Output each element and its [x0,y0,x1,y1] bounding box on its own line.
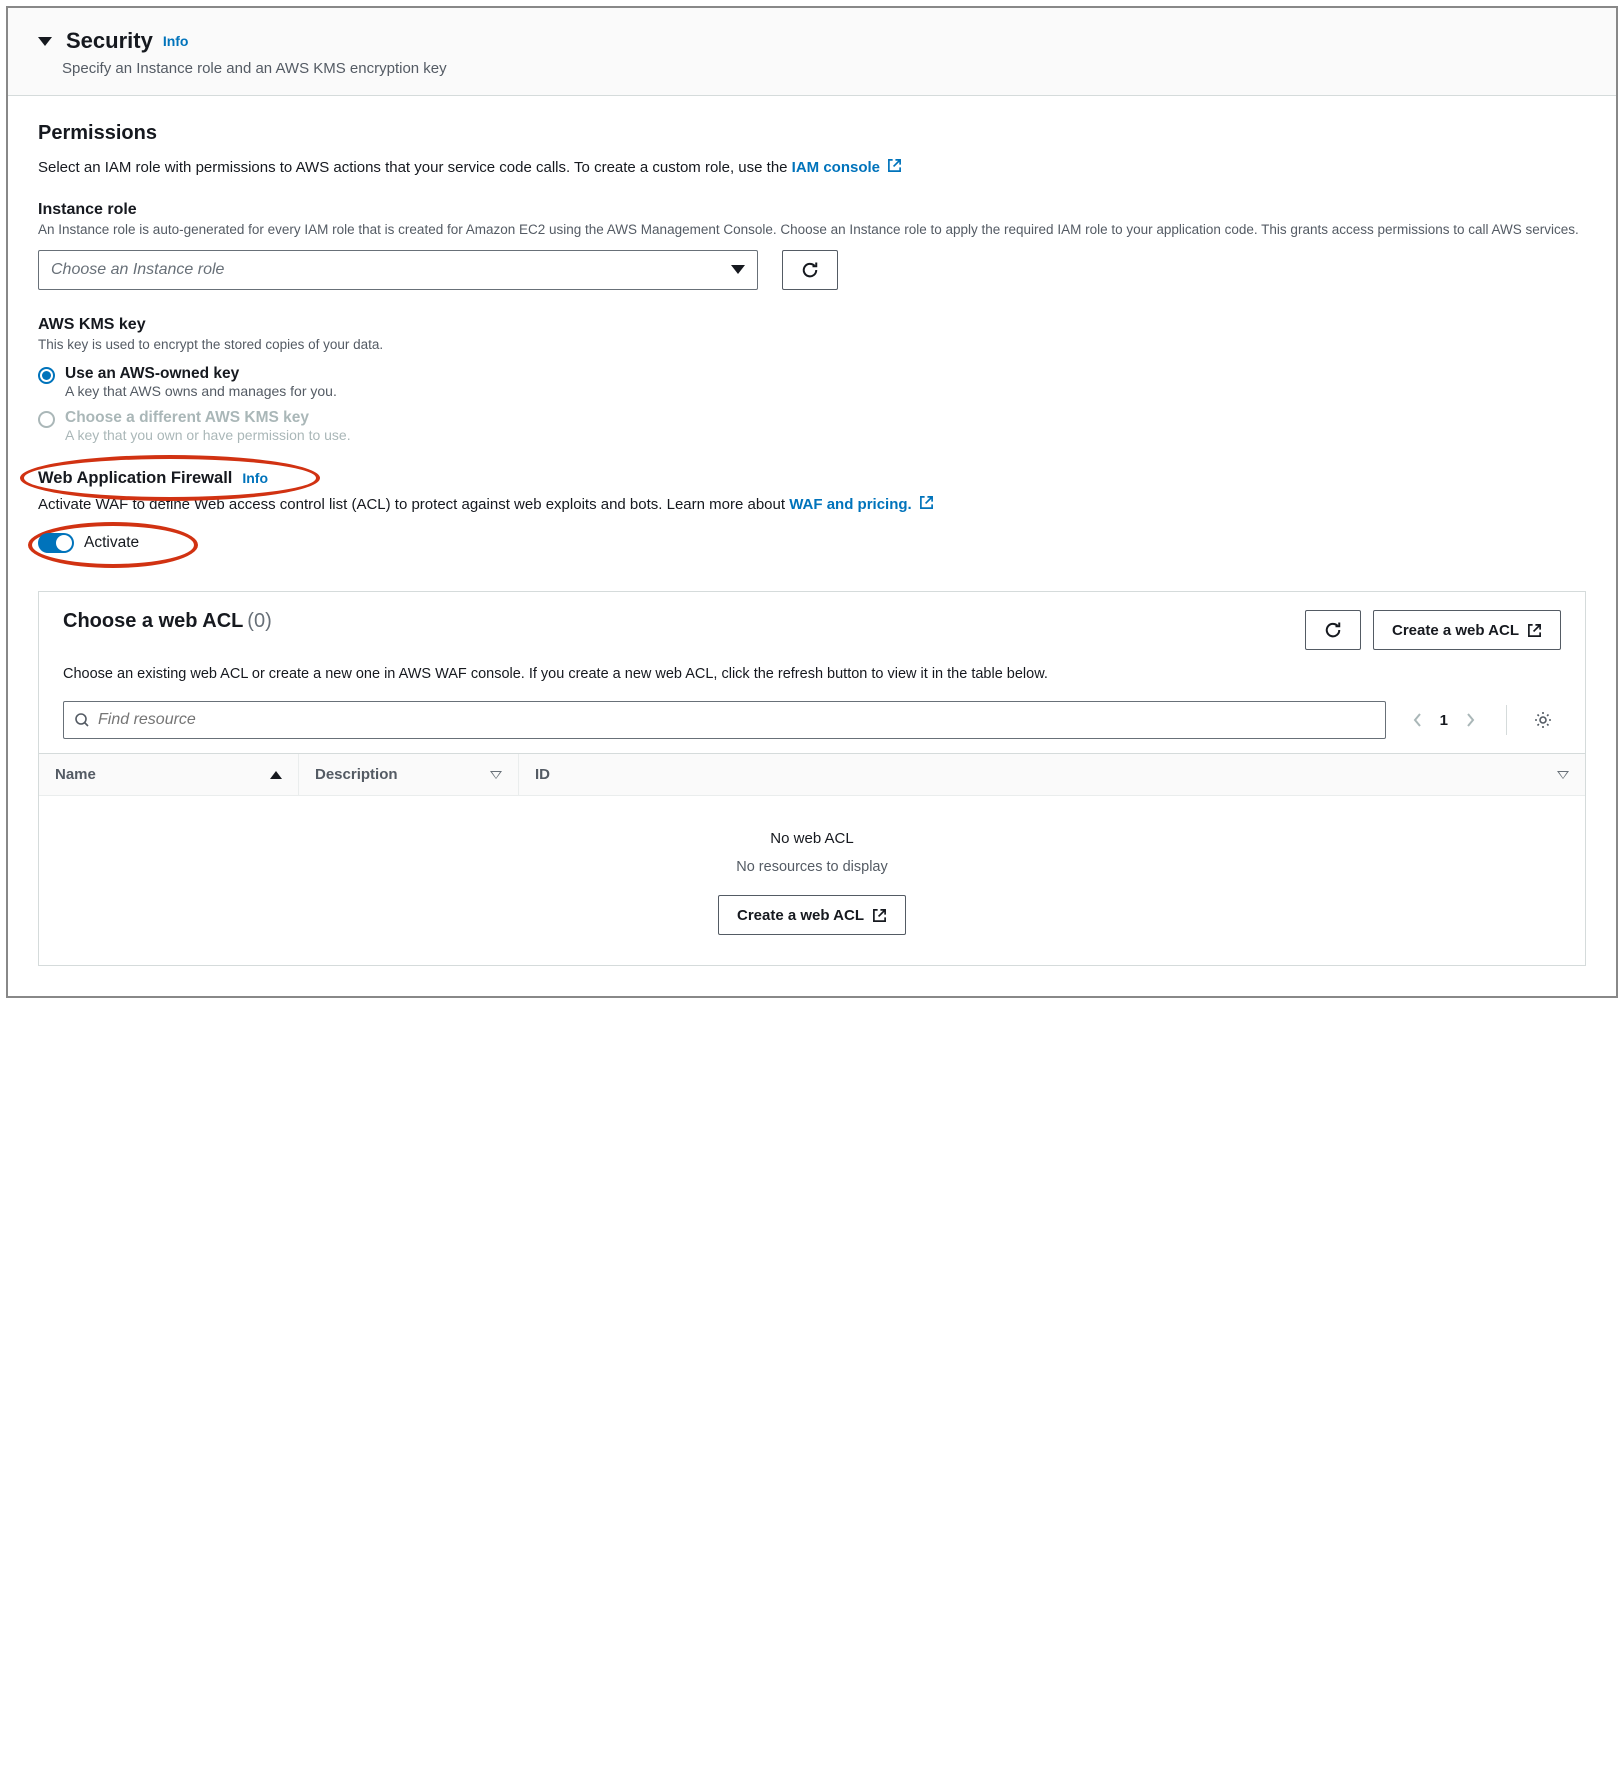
security-header: Security Info Specify an Instance role a… [8,8,1616,96]
security-panel: Security Info Specify an Instance role a… [6,6,1618,998]
iam-console-link-text: IAM console [792,159,880,176]
waf-header: Web Application Firewall Info [38,469,1586,488]
sort-asc-icon [270,771,282,779]
instance-role-row: Choose an Instance role [38,250,1586,290]
instance-role-help: An Instance role is auto-generated for e… [38,221,1586,240]
col-desc-label: Description [315,766,398,783]
chevron-right-icon [1464,712,1476,728]
waf-activate-toggle[interactable] [38,533,74,553]
acl-header: Choose a web ACL (0) Create a web ACL [39,592,1585,664]
create-web-acl-button[interactable]: Create a web ACL [1373,610,1561,650]
col-id-label: ID [535,766,550,783]
waf-pricing-link-text: WAF and pricing. [789,496,912,513]
page-number: 1 [1440,712,1448,729]
create-web-acl-empty-button[interactable]: Create a web ACL [718,895,906,935]
kms-option-owned[interactable]: Use an AWS-owned key A key that AWS owns… [38,365,1586,399]
col-id[interactable]: ID [519,754,1585,795]
next-page-button[interactable] [1460,708,1480,732]
kms-opt2-label: Choose a different AWS KMS key [65,409,351,427]
kms-label: AWS KMS key [38,316,1586,334]
radio-icon[interactable] [38,367,55,384]
divider [1506,705,1507,735]
waf-info-link[interactable]: Info [242,470,268,486]
kms-opt1-label: Use an AWS-owned key [65,365,337,383]
table-settings-button[interactable] [1525,701,1561,739]
web-acl-panel: Choose a web ACL (0) Create a web ACL Ch… [38,591,1586,966]
security-info-link[interactable]: Info [163,33,189,49]
waf-desc-text: Activate WAF to define Web access contro… [38,496,789,513]
acl-pagination: 1 [1400,701,1488,739]
security-title: Security [66,28,153,54]
create-web-acl-label: Create a web ACL [1392,622,1519,639]
empty-title: No web ACL [39,830,1585,847]
refresh-icon [1323,620,1343,640]
col-name-label: Name [55,766,96,783]
gear-icon [1533,710,1553,730]
kms-option-custom: Choose a different AWS KMS key A key tha… [38,409,1586,443]
instance-role-select[interactable]: Choose an Instance role [38,250,758,290]
acl-toolbar: 1 [39,701,1585,753]
external-link-icon [872,908,887,923]
kms-opt1-sub: A key that AWS owns and manages for you. [65,383,337,399]
waf-toggle-row: Activate [38,533,139,553]
acl-search[interactable] [63,701,1386,739]
external-link-icon [887,158,902,173]
col-description[interactable]: Description [299,754,519,795]
iam-console-link[interactable]: IAM console [792,159,903,176]
radio-icon [38,411,55,428]
instance-role-label: Instance role [38,201,1586,219]
create-web-acl-empty-label: Create a web ACL [737,907,864,924]
sort-icon [1557,771,1569,779]
refresh-acl-button[interactable] [1305,610,1361,650]
waf-desc: Activate WAF to define Web access contro… [38,494,1586,516]
acl-count: (0) [247,610,271,632]
prev-page-button[interactable] [1408,708,1428,732]
acl-search-input[interactable] [98,711,1375,729]
acl-actions: Create a web ACL [1305,610,1561,650]
acl-title: Choose a web ACL [63,610,243,632]
permissions-desc-text: Select an IAM role with permissions to A… [38,159,792,176]
waf-toggle-label: Activate [84,534,139,552]
kms-help: This key is used to encrypt the stored c… [38,336,1586,355]
search-icon [74,712,90,728]
external-link-icon [919,495,934,510]
kms-opt2-sub: A key that you own or have permission to… [65,427,351,443]
chevron-down-icon [731,265,745,274]
empty-subtitle: No resources to display [39,859,1585,875]
permissions-title: Permissions [38,122,1586,145]
sort-icon [490,771,502,779]
refresh-icon [800,260,820,280]
security-desc: Specify an Instance role and an AWS KMS … [62,60,1586,77]
waf-pricing-link[interactable]: WAF and pricing. [789,496,934,513]
acl-desc: Choose an existing web ACL or create a n… [39,664,1585,701]
security-header-row[interactable]: Security Info [38,28,1586,54]
collapse-caret-icon[interactable] [38,37,52,46]
instance-role-placeholder: Choose an Instance role [51,261,224,279]
acl-table-header: Name Description ID [39,753,1585,796]
permissions-desc: Select an IAM role with permissions to A… [38,157,1586,179]
acl-empty-state: No web ACL No resources to display Creat… [39,796,1585,965]
col-name[interactable]: Name [39,754,299,795]
refresh-instance-role-button[interactable] [782,250,838,290]
external-link-icon [1527,623,1542,638]
security-body: Permissions Select an IAM role with perm… [8,96,1616,996]
toggle-knob [56,535,72,551]
kms-radio-group: Use an AWS-owned key A key that AWS owns… [38,365,1586,443]
waf-title: Web Application Firewall [38,469,232,488]
chevron-left-icon [1412,712,1424,728]
